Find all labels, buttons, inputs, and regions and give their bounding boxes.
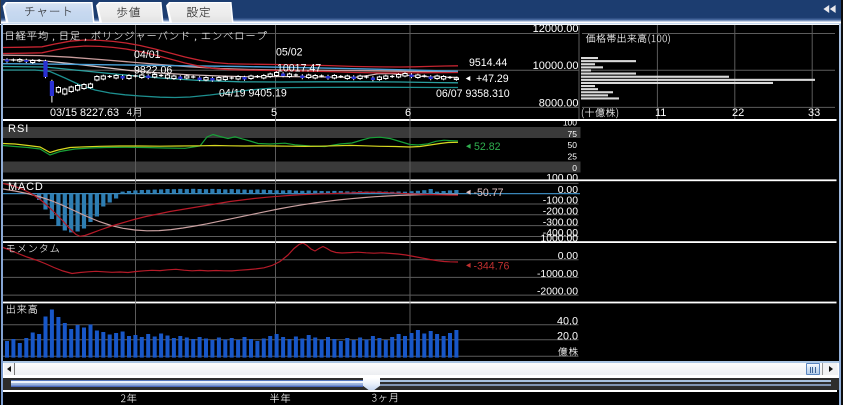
- svg-text:0: 0: [572, 163, 577, 173]
- svg-text:-300.00: -300.00: [543, 217, 578, 228]
- svg-text:25: 25: [568, 152, 578, 162]
- svg-text:0.00: 0.00: [558, 185, 578, 196]
- svg-text:10017.47: 10017.47: [277, 63, 321, 75]
- svg-text:04/01: 04/01: [134, 49, 161, 61]
- svg-text:06/07 9358.310: 06/07 9358.310: [436, 88, 510, 100]
- svg-text:22: 22: [732, 107, 744, 119]
- svg-text:-50.77: -50.77: [474, 187, 504, 199]
- svg-text:-2000.00: -2000.00: [537, 287, 578, 298]
- svg-text:MACD: MACD: [8, 181, 44, 193]
- svg-text:40.0: 40.0: [557, 315, 578, 327]
- svg-text:04/19 9405.19: 04/19 9405.19: [219, 88, 287, 100]
- svg-text:05/02: 05/02: [276, 46, 303, 58]
- svg-text:03/15 8227.63: 03/15 8227.63: [50, 107, 119, 119]
- svg-text:10000.00: 10000.00: [533, 60, 579, 72]
- svg-text:100.00: 100.00: [546, 173, 578, 184]
- svg-text:-100.00: -100.00: [543, 196, 578, 207]
- svg-text:33: 33: [808, 107, 820, 119]
- svg-text:1000.00: 1000.00: [540, 233, 578, 244]
- svg-text:20.0: 20.0: [557, 330, 578, 342]
- svg-text:75: 75: [568, 129, 578, 139]
- svg-text:9822.06: 9822.06: [134, 65, 172, 77]
- svg-text:5: 5: [271, 107, 277, 119]
- svg-text:-1000.00: -1000.00: [537, 269, 578, 280]
- svg-text:-344.76: -344.76: [474, 260, 510, 272]
- svg-text:52.82: 52.82: [474, 141, 501, 153]
- svg-text:50: 50: [568, 140, 578, 150]
- svg-text:RSI: RSI: [8, 123, 29, 135]
- svg-text:+47.29: +47.29: [476, 73, 509, 85]
- svg-text:0.00: 0.00: [558, 251, 578, 262]
- svg-text:6: 6: [405, 107, 411, 119]
- svg-text:8000.00: 8000.00: [539, 97, 579, 109]
- svg-text:100: 100: [563, 118, 577, 128]
- svg-text:9514.44: 9514.44: [469, 57, 507, 69]
- svg-text:11: 11: [655, 107, 666, 119]
- svg-text:-200.00: -200.00: [543, 207, 578, 218]
